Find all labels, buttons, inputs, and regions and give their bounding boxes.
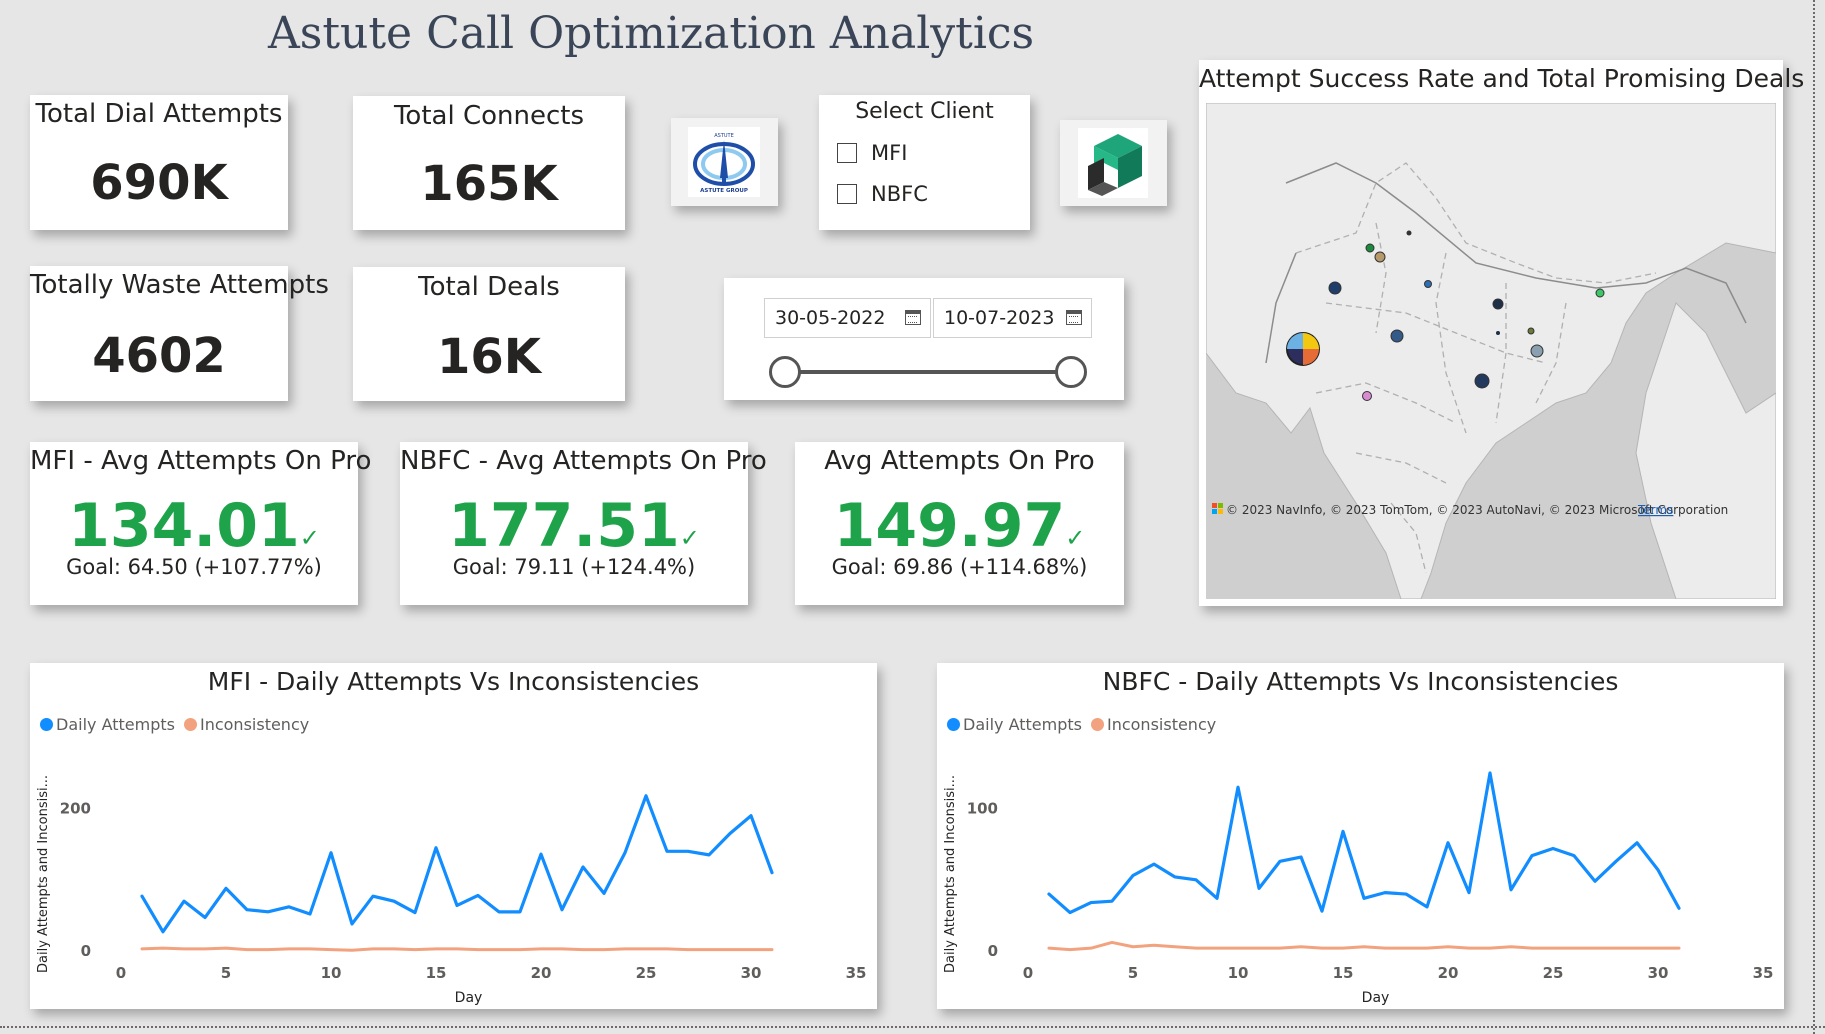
checkmark-icon: ✓ bbox=[679, 524, 700, 552]
mfi-daily-attempts-chart[interactable]: MFI - Daily Attempts Vs Inconsistencies … bbox=[30, 663, 877, 1009]
y-tick-label: 0 bbox=[988, 942, 998, 960]
x-tick-label: 15 bbox=[426, 964, 447, 982]
x-tick-label: 30 bbox=[741, 964, 762, 982]
x-tick-label: 0 bbox=[116, 964, 126, 982]
cube-logo bbox=[1078, 128, 1148, 198]
kpi-value: 134.01✓ bbox=[30, 491, 358, 561]
checkbox-mfi[interactable] bbox=[837, 143, 857, 163]
page-border-right bbox=[1813, 0, 1815, 1034]
end-date-value: 10-07-2023 bbox=[944, 307, 1055, 329]
kpi-value: 149.97✓ bbox=[795, 491, 1124, 561]
checkmark-icon: ✓ bbox=[1065, 524, 1086, 552]
x-tick-label: 0 bbox=[1023, 964, 1033, 982]
kpi-goal: Goal: 69.86 (+114.68%) bbox=[831, 555, 1088, 579]
x-tick-label: 30 bbox=[1648, 964, 1669, 982]
date-range-slicer: 30-05-2022 10-07-2023 bbox=[724, 278, 1124, 400]
start-date-input[interactable]: 30-05-2022 bbox=[764, 298, 931, 338]
y-axis-label: Daily Attempts and Inconsisi... bbox=[36, 775, 51, 973]
date-slider-end-handle[interactable] bbox=[1055, 356, 1087, 388]
kpi-number: 149.97 bbox=[833, 491, 1066, 561]
daily-attempts-line[interactable] bbox=[1047, 771, 1681, 915]
x-tick-label: 20 bbox=[531, 964, 552, 982]
calendar-icon[interactable] bbox=[905, 310, 921, 325]
astute-logo-top-text: ASTUTE bbox=[714, 133, 734, 139]
kpi-number: 134.01 bbox=[68, 491, 300, 561]
client-logo-card bbox=[1060, 120, 1167, 206]
card-value: 165K bbox=[420, 156, 558, 212]
card-value: 4602 bbox=[92, 328, 226, 384]
map-visual[interactable]: Attempt Success Rate and Total Promising… bbox=[1199, 60, 1805, 606]
x-tick-label: 10 bbox=[1228, 964, 1249, 982]
checkbox-nbfc[interactable] bbox=[837, 184, 857, 204]
card-label: Totally Waste Attempts bbox=[30, 270, 329, 300]
astute-logo-card: ASTUTE ASTUTE GROUP bbox=[671, 118, 778, 206]
kpi-label: MFI - Avg Attempts On Pro bbox=[30, 446, 372, 476]
x-tick-label: 5 bbox=[221, 964, 231, 982]
kpi-nbfc-avg-attempts[interactable]: NBFC - Avg Attempts On Pro 177.51✓ Goal:… bbox=[400, 442, 767, 605]
kpi-label: NBFC - Avg Attempts On Pro bbox=[400, 446, 767, 476]
kpi-overall-avg-attempts[interactable]: Avg Attempts On Pro 149.97✓ Goal: 69.86 … bbox=[795, 442, 1124, 605]
start-date-value: 30-05-2022 bbox=[775, 307, 886, 329]
daily-attempts-line[interactable] bbox=[140, 794, 774, 934]
page-border-bottom bbox=[0, 1026, 1825, 1028]
nbfc-daily-attempts-chart[interactable]: NBFC - Daily Attempts Vs Inconsistencies… bbox=[937, 663, 1784, 1009]
kpi-value: 177.51✓ bbox=[400, 491, 748, 561]
calendar-icon[interactable] bbox=[1066, 310, 1082, 325]
y-tick-label: 0 bbox=[81, 942, 91, 960]
client-option-mfi[interactable]: MFI bbox=[837, 139, 907, 167]
x-tick-label: 35 bbox=[1753, 964, 1774, 982]
card-label: Total Dial Attempts bbox=[35, 99, 283, 129]
client-slicer: Select Client MFI NBFC bbox=[819, 95, 1030, 230]
page-title: Astute Call Optimization Analytics bbox=[268, 8, 1035, 59]
client-slicer-label: Select Client bbox=[855, 99, 994, 124]
inconsistency-line[interactable] bbox=[140, 946, 774, 952]
client-option-nbfc[interactable]: NBFC bbox=[837, 180, 928, 208]
kpi-goal: Goal: 79.11 (+124.4%) bbox=[452, 555, 696, 579]
date-slider-start-handle[interactable] bbox=[769, 356, 801, 388]
map-title: Attempt Success Rate and Total Promising… bbox=[1199, 64, 1805, 93]
client-option-label: NBFC bbox=[871, 182, 928, 206]
x-tick-label: 5 bbox=[1128, 964, 1138, 982]
card-total-dial-attempts[interactable]: Total Dial Attempts 690K bbox=[30, 95, 288, 230]
astute-logo-bottom-text: ASTUTE GROUP bbox=[700, 188, 748, 194]
x-tick-label: 15 bbox=[1333, 964, 1354, 982]
chart-plot: 0 5 10 15 20 25 30 35 0 100 Day Daily Attempts and … bbox=[943, 771, 1774, 1006]
y-axis-label: Daily Attempts and Inconsisi... bbox=[943, 775, 958, 973]
map-canvas[interactable]: © 2023 NavInfo, © 2023 TomTom, © 2023 Au… bbox=[1206, 103, 1776, 599]
date-slider-track[interactable] bbox=[786, 370, 1072, 374]
card-total-deals[interactable]: Total Deals 16K bbox=[353, 267, 625, 401]
x-tick-label: 35 bbox=[846, 964, 867, 982]
x-axis-label: Day bbox=[455, 990, 483, 1006]
chart-plot: 0 5 10 15 20 25 30 35 0 200 Day Daily Attempts and … bbox=[36, 775, 867, 1006]
kpi-label: Avg Attempts On Pro bbox=[824, 446, 1095, 476]
x-tick-label: 25 bbox=[636, 964, 657, 982]
astute-logo: ASTUTE ASTUTE GROUP bbox=[688, 127, 760, 197]
y-tick-label: 200 bbox=[60, 800, 91, 818]
kpi-number: 177.51 bbox=[448, 491, 680, 561]
end-date-input[interactable]: 10-07-2023 bbox=[933, 298, 1092, 338]
checkmark-icon: ✓ bbox=[299, 524, 320, 552]
card-total-connects[interactable]: Total Connects 165K bbox=[353, 96, 625, 230]
x-tick-label: 20 bbox=[1438, 964, 1459, 982]
inconsistency-line[interactable] bbox=[1047, 940, 1681, 952]
kpi-goal: Goal: 64.50 (+107.77%) bbox=[66, 555, 322, 579]
y-tick-label: 100 bbox=[967, 800, 998, 818]
x-axis-label: Day bbox=[1362, 990, 1390, 1006]
card-totally-waste-attempts[interactable]: Totally Waste Attempts 4602 bbox=[30, 266, 329, 401]
card-label: Total Connects bbox=[393, 101, 585, 131]
x-tick-label: 25 bbox=[1543, 964, 1564, 982]
client-option-label: MFI bbox=[871, 141, 908, 165]
x-tick-label: 10 bbox=[321, 964, 342, 982]
card-label: Total Deals bbox=[418, 272, 560, 302]
kpi-mfi-avg-attempts[interactable]: MFI - Avg Attempts On Pro 134.01✓ Goal: … bbox=[30, 442, 372, 605]
map-terms-link[interactable]: Terms bbox=[1637, 503, 1673, 517]
card-value: 16K bbox=[437, 329, 541, 385]
card-value: 690K bbox=[90, 155, 228, 211]
